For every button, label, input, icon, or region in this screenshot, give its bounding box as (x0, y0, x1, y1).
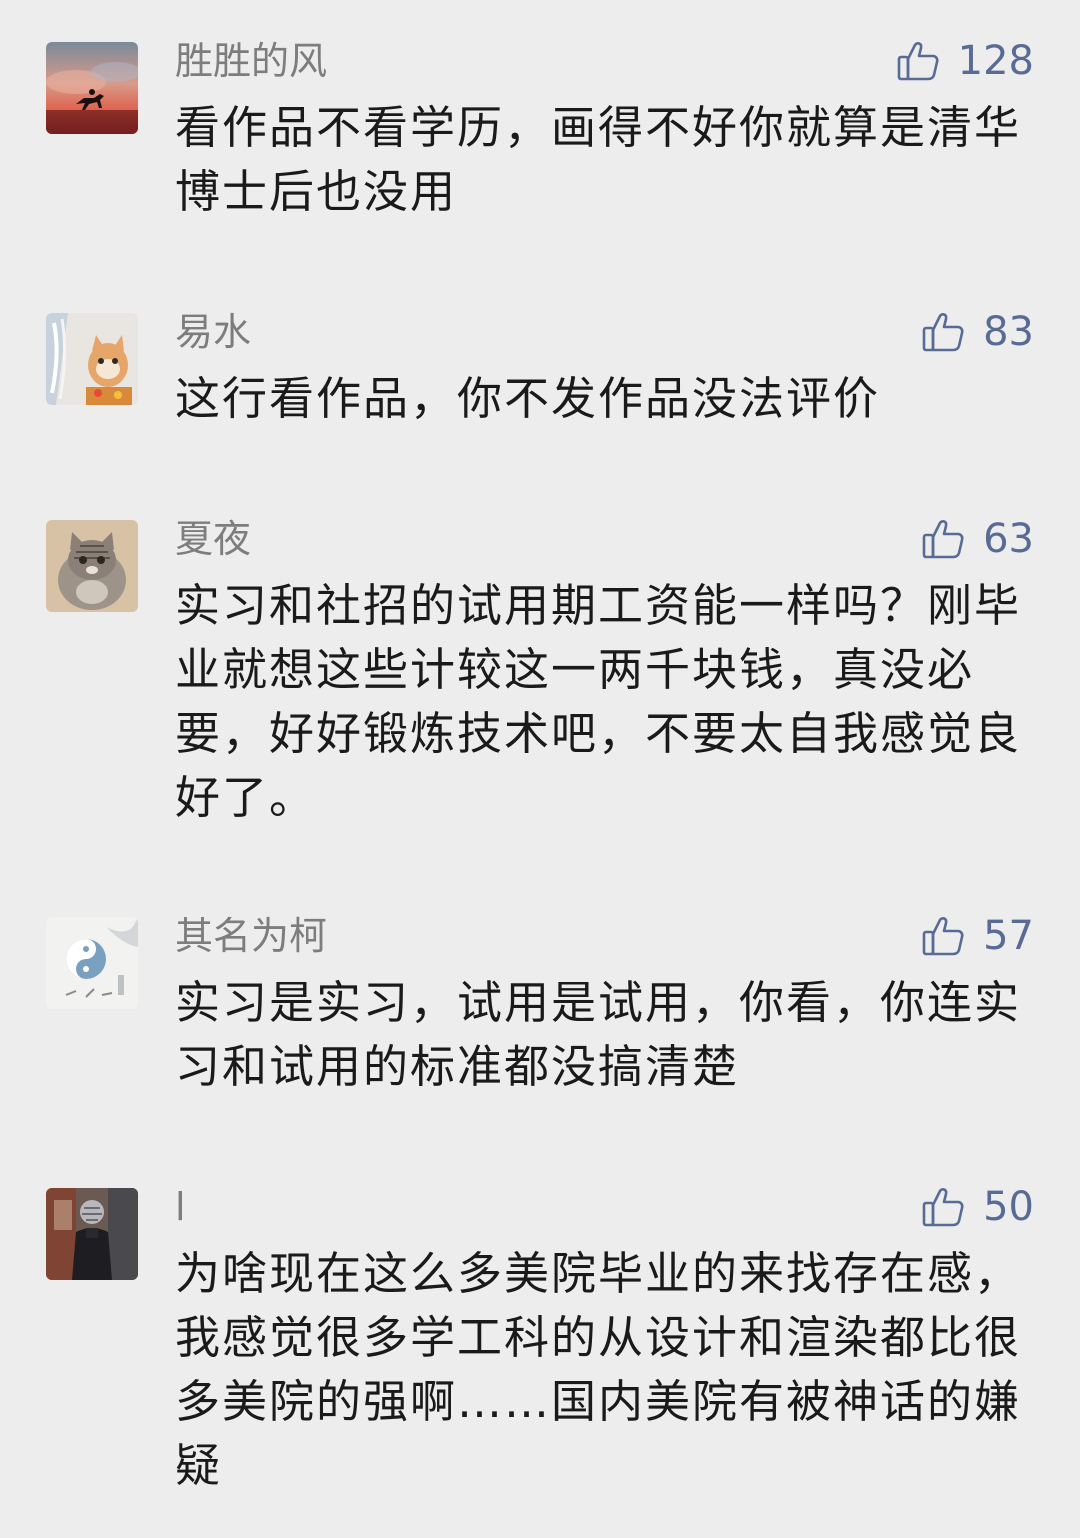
username[interactable]: 胜胜的风 (175, 36, 327, 86)
avatar-image (46, 520, 138, 612)
like-count: 63 (983, 516, 1034, 562)
helmet-person-avatar[interactable] (46, 1188, 138, 1280)
avatar-image (46, 917, 138, 1009)
comment-text: 实习是实习，试用是试用，你看，你连实习和试用的标准都没搞清楚 (175, 976, 1022, 1093)
username[interactable]: l (175, 1182, 186, 1232)
username[interactable]: 其名为柯 (175, 911, 327, 961)
like-count: 83 (983, 309, 1034, 355)
like-count: 57 (983, 913, 1034, 959)
like-count: 50 (983, 1184, 1034, 1230)
cat-avatar[interactable] (46, 313, 138, 405)
like-button[interactable]: 128 (896, 36, 1034, 86)
like-count: 128 (957, 38, 1034, 84)
comment-list: 胜胜的风 128 看作品不看学历，画得不好你就算是清华博士后也没用 易水 83 … (0, 0, 1080, 1538)
like-button[interactable]: 63 (921, 514, 1034, 564)
comment-text: 为啥现在这么多美院毕业的来找存在感，我感觉很多学工科的从设计和渲染都比很多美院的… (175, 1247, 1022, 1492)
avatar-image (46, 1188, 138, 1280)
comment-text: 看作品不看学历，画得不好你就算是清华博士后也没用 (175, 101, 1022, 218)
thumbs-up-icon (896, 39, 940, 83)
like-button[interactable]: 83 (921, 307, 1034, 357)
avatar-image (46, 42, 138, 134)
like-button[interactable]: 50 (921, 1182, 1034, 1232)
thumbs-up-icon (921, 914, 965, 958)
comment-text: 这行看作品，你不发作品没法评价 (175, 372, 881, 425)
yin-yang-ink-avatar[interactable] (46, 917, 138, 1009)
avatar-image (46, 313, 138, 405)
like-button[interactable]: 57 (921, 911, 1034, 961)
thumbs-up-icon (921, 517, 965, 561)
comment-text: 实习和社招的试用期工资能一样吗？刚毕业就想这些计较这一两千块钱，真没必要，好好锻… (175, 579, 1022, 824)
thumbs-up-icon (921, 310, 965, 354)
tabby-cat-avatar[interactable] (46, 520, 138, 612)
username[interactable]: 易水 (175, 307, 251, 357)
thumbs-up-icon (921, 1185, 965, 1229)
horse-rider-sunset-avatar[interactable] (46, 42, 138, 134)
username[interactable]: 夏夜 (175, 514, 251, 564)
